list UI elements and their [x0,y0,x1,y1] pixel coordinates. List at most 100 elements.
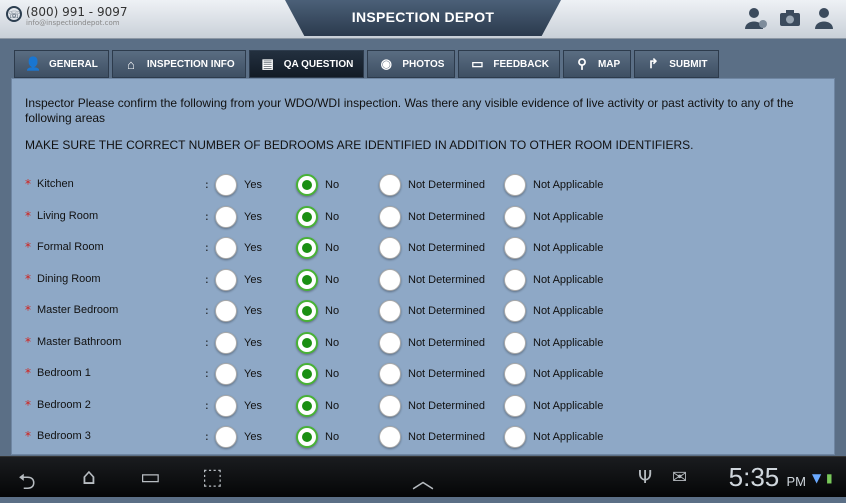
radio-option-yes[interactable]: Yes [215,394,262,418]
radio-button[interactable] [296,174,318,196]
radio-button[interactable] [296,394,318,417]
tab-general[interactable]: 👤 GENERAL [14,50,109,78]
radio-button[interactable] [379,205,401,228]
radio-option-not-determined[interactable]: Not Determined [379,268,485,292]
radio-button[interactable] [504,205,526,228]
radio-button[interactable] [296,300,318,322]
radio-label: No [325,179,340,191]
radio-button[interactable] [504,394,526,417]
radio-option-not-determined[interactable]: Not Determined [379,236,485,260]
radio-option-not-applicable[interactable]: Not Applicable [504,394,603,418]
back-icon[interactable]: ⮌ [18,465,36,503]
radio-option-yes[interactable]: Yes [215,425,262,449]
radio-option-not-applicable[interactable]: Not Applicable [504,362,603,386]
radio-option-not-determined[interactable]: Not Determined [379,173,485,197]
user-profile-icon[interactable] [812,6,836,30]
radio-button[interactable] [379,363,401,385]
mail-icon: ✉ [672,467,688,488]
radio-option-not-determined[interactable]: Not Determined [379,425,485,449]
home-nav-icon[interactable]: ⌂ [82,465,96,490]
radio-button[interactable] [379,394,401,417]
home-icon: ⌂ [126,56,135,72]
radio-button[interactable] [504,237,526,259]
radio-button[interactable] [215,426,237,448]
radio-option-not-applicable[interactable]: Not Applicable [504,236,603,260]
radio-option-yes[interactable]: Yes [215,236,262,260]
radio-option-yes[interactable]: Yes [215,299,262,323]
radio-button[interactable] [504,426,526,448]
phone-contact[interactable]: ☏ (800) 991 - 9097 info@inspectiondepot.… [6,6,127,28]
radio-button[interactable] [215,363,237,385]
radio-option-no[interactable]: No [296,425,339,449]
radio-button[interactable] [504,363,526,385]
radio-option-yes[interactable]: Yes [215,205,262,229]
tab-inspection-info[interactable]: ⌂ INSPECTION INFO [111,50,246,78]
radio-button[interactable] [296,237,318,259]
recent-apps-icon[interactable]: ▭ [140,465,161,490]
radio-option-no[interactable]: No [296,173,339,197]
radio-label: Yes [244,242,262,254]
radio-button[interactable] [504,174,526,196]
radio-button[interactable] [379,300,401,322]
required-marker: * [25,429,31,443]
tab-feedback[interactable]: ▭ FEEDBACK [458,50,560,78]
user-settings-icon[interactable] [744,6,768,30]
radio-option-yes[interactable]: Yes [215,362,262,386]
radio-button[interactable] [215,268,237,291]
radio-option-no[interactable]: No [296,268,339,292]
qa-question-panel[interactable]: Inspector Please confirm the following f… [11,78,835,455]
radio-button[interactable] [379,268,401,291]
radio-option-not-applicable[interactable]: Not Applicable [504,205,603,229]
radio-button[interactable] [296,426,318,448]
radio-button[interactable] [379,331,401,354]
top-bar: ☏ (800) 991 - 9097 info@inspectiondepot.… [0,0,846,39]
radio-button[interactable] [504,300,526,322]
radio-button[interactable] [215,174,237,196]
radio-button[interactable] [215,205,237,228]
radio-option-not-applicable[interactable]: Not Applicable [504,331,603,355]
radio-button[interactable] [296,331,318,354]
radio-option-no[interactable]: No [296,205,339,229]
radio-option-not-applicable[interactable]: Not Applicable [504,425,603,449]
radio-option-not-determined[interactable]: Not Determined [379,362,485,386]
radio-button[interactable] [215,394,237,417]
radio-label: Not Determined [408,431,486,443]
radio-option-not-applicable[interactable]: Not Applicable [504,268,603,292]
radio-button[interactable] [296,268,318,291]
tab-submit[interactable]: ↱ SUBMIT [634,50,719,78]
tab-qa-question[interactable]: ▤ QA QUESTION [248,50,365,78]
radio-option-no[interactable]: No [296,362,339,386]
tab-photos[interactable]: ◉ PHOTOS [367,50,456,78]
radio-option-not-applicable[interactable]: Not Applicable [504,173,603,197]
radio-option-not-applicable[interactable]: Not Applicable [504,299,603,323]
tab-map[interactable]: ⚲ MAP [562,50,632,78]
radio-label: Not Determined [408,399,486,412]
radio-option-not-determined[interactable]: Not Determined [379,299,485,323]
radio-option-no[interactable]: No [296,299,339,323]
radio-option-no[interactable]: No [296,331,339,355]
radio-option-not-determined[interactable]: Not Determined [379,394,485,418]
radio-option-yes[interactable]: Yes [215,331,262,355]
camera-settings-icon[interactable] [778,6,802,30]
radio-button[interactable] [504,268,526,291]
radio-button[interactable] [215,300,237,322]
radio-option-no[interactable]: No [296,236,339,260]
tab-label: MAP [597,58,621,70]
radio-button[interactable] [379,237,401,259]
radio-option-not-determined[interactable]: Not Determined [379,331,485,355]
screenshot-icon[interactable]: ⬚ [202,465,223,490]
radio-button[interactable] [215,331,237,354]
radio-button[interactable] [296,363,318,385]
radio-button[interactable] [296,205,318,228]
chevron-up-icon[interactable]: ︿ [412,463,434,495]
radio-option-not-determined[interactable]: Not Determined [379,205,485,229]
colon-separator: : [205,209,209,223]
radio-button[interactable] [504,331,526,354]
radio-button[interactable] [379,174,401,196]
radio-option-no[interactable]: No [296,394,339,418]
radio-button[interactable] [379,426,401,448]
radio-option-yes[interactable]: Yes [215,268,262,292]
radio-button[interactable] [215,237,237,259]
radio-option-yes[interactable]: Yes [215,173,262,197]
status-clock: 5:35 PM [729,462,806,493]
